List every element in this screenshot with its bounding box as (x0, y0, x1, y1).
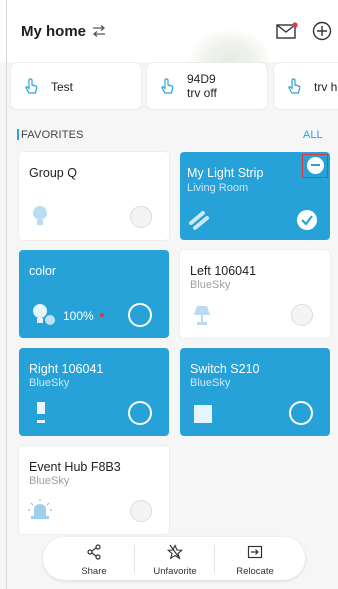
bulb-icon (33, 206, 47, 225)
device-name: Group Q (29, 166, 77, 180)
switch-panel-icon (194, 405, 212, 423)
power-toggle[interactable] (289, 401, 313, 425)
tap-hand-icon (161, 78, 174, 94)
scene-trv[interactable]: trv h (274, 63, 338, 109)
app-screen: My home Test 94D9 trv off trv h FAVORITE… (0, 0, 338, 589)
device-name: Event Hub F8B3 (29, 460, 121, 474)
mail-icon[interactable] (276, 22, 298, 40)
tap-hand-icon (25, 78, 38, 94)
device-name: Switch S210 (190, 362, 260, 376)
share-button[interactable]: Share (54, 541, 134, 577)
alarm-icon (28, 499, 52, 519)
relocate-button[interactable]: Relocate (215, 541, 295, 577)
device-card-left-106041[interactable]: Left 106041 BlueSky (180, 250, 330, 338)
header: My home (0, 0, 338, 78)
favorite-action-bar: Share Unfavorite Relocate (43, 537, 305, 580)
switch-arrows-icon[interactable] (92, 24, 106, 38)
scene-test[interactable]: Test (11, 63, 141, 109)
scene-label: Test (51, 80, 74, 94)
power-toggle[interactable] (291, 304, 313, 326)
minus-circle-icon (307, 157, 324, 174)
scene-94d9[interactable]: 94D9 trv off (147, 63, 267, 109)
status-dot (100, 313, 104, 317)
lamp-icon (194, 306, 210, 325)
mail-badge (292, 22, 298, 28)
plug-icon (37, 402, 45, 423)
favorites-all-link[interactable]: ALL (303, 129, 323, 141)
tap-hand-icon (288, 78, 301, 94)
remove-favorite-button[interactable] (302, 154, 328, 178)
share-label: Share (81, 566, 107, 577)
unfavorite-button[interactable]: Unfavorite (135, 541, 215, 577)
unfavorite-star-icon (167, 544, 183, 560)
add-circle-icon[interactable] (312, 21, 332, 41)
device-card-group-q[interactable]: Group Q (19, 152, 169, 240)
device-card-event-hub-f8b3[interactable]: Event Hub F8B3 BlueSky (19, 446, 169, 534)
device-card-switch-s210[interactable]: Switch S210 BlueSky (180, 348, 330, 436)
scene-row: Test 94D9 trv off trv h (0, 62, 338, 112)
power-toggle[interactable] (130, 206, 152, 228)
home-title[interactable]: My home (21, 23, 86, 40)
device-room: Living Room (187, 182, 249, 194)
device-room: BlueSky (29, 377, 70, 389)
device-room: BlueSky (190, 377, 231, 389)
share-icon (87, 544, 101, 560)
scene-label: trv h (314, 80, 338, 94)
device-name: Right 106041 (29, 362, 104, 376)
unfavorite-label: Unfavorite (153, 566, 197, 577)
favorites-title: FAVORITES (21, 129, 84, 141)
power-toggle[interactable] (128, 303, 152, 327)
device-room: BlueSky (190, 279, 231, 291)
favorites-accent-bar (17, 129, 19, 140)
bulb-icon (33, 304, 55, 325)
power-toggle[interactable] (128, 401, 152, 425)
power-toggle[interactable] (130, 500, 152, 522)
light-strip-icon (189, 211, 209, 230)
relocate-icon (247, 545, 263, 559)
scene-label-line1: 94D9 (187, 72, 216, 86)
device-card-right-106041[interactable]: Right 106041 BlueSky (19, 348, 169, 436)
device-name: My Light Strip (187, 166, 264, 180)
brightness-value: 100% (63, 309, 94, 323)
device-room: BlueSky (29, 475, 70, 487)
device-card-my-light-strip[interactable]: My Light Strip Living Room (180, 152, 330, 240)
relocate-label: Relocate (236, 566, 274, 577)
screen-edge (6, 0, 7, 589)
device-name: Left 106041 (190, 264, 257, 278)
device-name: color (29, 264, 57, 278)
device-card-color[interactable]: color 100% (19, 250, 169, 338)
scene-label-line2: trv off (187, 86, 217, 100)
selected-check-icon[interactable] (297, 210, 317, 230)
